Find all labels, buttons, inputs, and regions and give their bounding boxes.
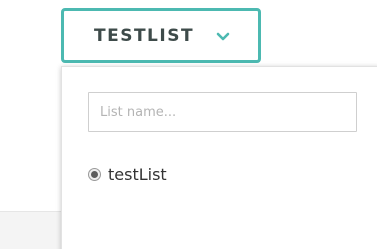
list-option-label: testList xyxy=(108,165,167,184)
list-option-testlist[interactable]: testList xyxy=(88,165,167,184)
list-dropdown-panel: testList xyxy=(61,66,377,249)
list-dropdown-toggle[interactable]: TESTLIST xyxy=(61,8,261,63)
list-option-radio[interactable] xyxy=(88,168,101,181)
current-list-label: TESTLIST xyxy=(94,25,195,46)
chevron-down-icon xyxy=(215,30,231,42)
background-panel xyxy=(0,211,64,249)
list-selector-view: TESTLIST testList xyxy=(0,0,377,249)
list-name-input[interactable] xyxy=(88,92,357,132)
radio-selected-dot xyxy=(91,171,98,178)
